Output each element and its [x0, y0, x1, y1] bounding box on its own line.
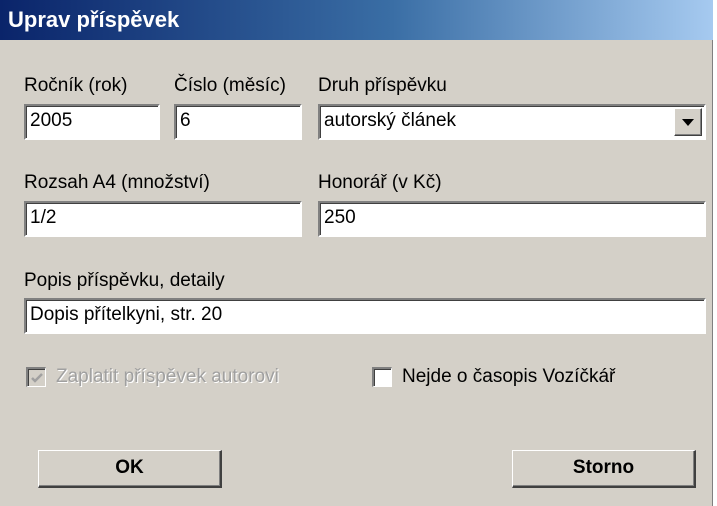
chevron-down-icon [682, 119, 694, 126]
nejde-label: Nejde o časopis Vozíčkář [402, 366, 616, 387]
rozsah-input[interactable]: 1/2 [24, 201, 302, 237]
rocnik-input[interactable]: 2005 [24, 104, 160, 140]
cislo-label: Číslo (měsíc) [174, 75, 286, 96]
edit-contribution-dialog: Uprav příspěvek Ročník (rok) 2005 Číslo … [0, 0, 713, 506]
honorar-label: Honorář (v Kč) [318, 172, 442, 193]
druh-label: Druh příspěvku [318, 75, 447, 96]
dropdown-button[interactable] [674, 108, 702, 136]
window-title: Uprav příspěvek [8, 7, 180, 32]
druh-selected-value: autorský článek [324, 110, 457, 131]
ok-button[interactable]: OK [38, 450, 222, 488]
popis-label: Popis příspěvku, detaily [24, 270, 225, 291]
honorar-input[interactable]: 250 [318, 201, 706, 237]
zaplatit-checkbox[interactable] [26, 367, 46, 387]
druh-select[interactable]: autorský článek [318, 104, 706, 140]
cislo-input[interactable]: 6 [174, 104, 302, 140]
rocnik-label: Ročník (rok) [24, 75, 128, 96]
checkmark-icon [31, 373, 43, 383]
title-bar[interactable]: Uprav příspěvek [0, 0, 713, 40]
popis-input[interactable]: Dopis přítelkyni, str. 20 [24, 298, 706, 334]
rozsah-label: Rozsah A4 (množství) [24, 172, 210, 193]
zaplatit-label: Zaplatit příspěvek autorovi [56, 366, 279, 387]
storno-button[interactable]: Storno [512, 450, 696, 488]
nejde-checkbox[interactable] [372, 367, 392, 387]
